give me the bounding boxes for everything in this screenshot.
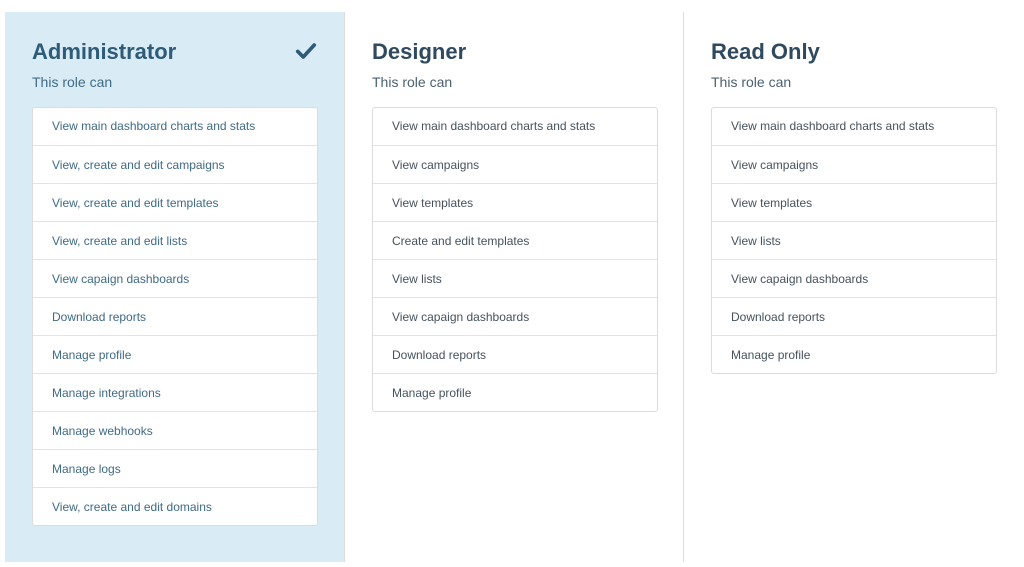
role-title: Administrator bbox=[32, 39, 177, 64]
role-card-designer[interactable]: Designer This role can View main dashboa… bbox=[344, 12, 683, 562]
permission-item: View, create and edit domains bbox=[33, 487, 317, 525]
permission-item: Download reports bbox=[712, 297, 996, 335]
role-subtitle: This role can bbox=[32, 74, 113, 90]
permission-item: Manage integrations bbox=[33, 373, 317, 411]
permission-item: View capaign dashboards bbox=[33, 259, 317, 297]
permission-item: View capaign dashboards bbox=[712, 259, 996, 297]
role-subtitle: This role can bbox=[711, 74, 792, 90]
role-title: Designer bbox=[372, 39, 467, 64]
permission-item: View main dashboard charts and stats bbox=[52, 119, 256, 133]
permission-item: Manage logs bbox=[33, 449, 317, 487]
permission-item: View templates bbox=[373, 183, 657, 221]
role-selector: Administrator This role can View main da… bbox=[5, 12, 1019, 562]
permission-item: View lists bbox=[712, 221, 996, 259]
permission-item: View campaigns bbox=[712, 145, 996, 183]
check-icon bbox=[295, 43, 317, 59]
permission-item: Manage webhooks bbox=[33, 411, 317, 449]
permission-list: View main dashboard charts and stats Vie… bbox=[711, 107, 997, 374]
permission-item: View lists bbox=[373, 259, 657, 297]
permission-item: Manage profile bbox=[712, 335, 996, 373]
permission-item: Create and edit templates bbox=[373, 221, 657, 259]
permission-item: Download reports bbox=[33, 297, 317, 335]
permission-list: View main dashboard charts and stats Vie… bbox=[372, 107, 658, 412]
permission-item: Manage profile bbox=[33, 335, 317, 373]
role-subtitle: This role can bbox=[372, 74, 453, 90]
permission-item: Manage profile bbox=[373, 373, 657, 411]
permission-item: View, create and edit lists bbox=[33, 221, 317, 259]
permission-list: View main dashboard charts and stats Vie… bbox=[32, 107, 318, 526]
permission-item: View, create and edit templates bbox=[33, 183, 317, 221]
permission-item: Download reports bbox=[373, 335, 657, 373]
permission-item: View, create and edit campaigns bbox=[33, 145, 317, 183]
permission-item: View main dashboard charts and stats bbox=[392, 119, 596, 133]
role-card-administrator[interactable]: Administrator This role can View main da… bbox=[5, 12, 344, 562]
permission-item: View main dashboard charts and stats bbox=[731, 119, 935, 133]
permission-item: View capaign dashboards bbox=[373, 297, 657, 335]
role-title: Read Only bbox=[711, 39, 820, 64]
role-card-read-only[interactable]: Read Only This role can View main dashbo… bbox=[683, 12, 1022, 562]
permission-item: View campaigns bbox=[373, 145, 657, 183]
permission-item: View templates bbox=[712, 183, 996, 221]
